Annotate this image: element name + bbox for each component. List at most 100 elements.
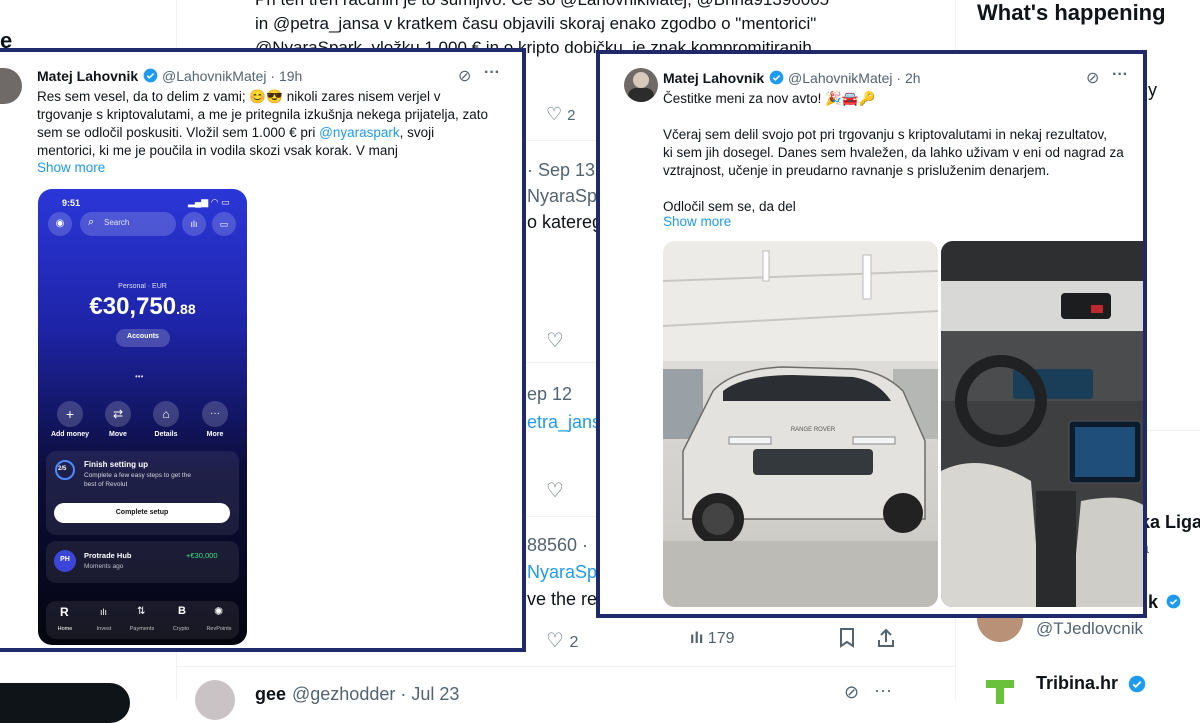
more-icon[interactable]: ··· — [874, 680, 892, 701]
balance: €30,750.88 — [38, 293, 247, 321]
phone-search-input[interactable]: ⌕ Search — [80, 212, 176, 236]
more-icon[interactable]: ··· — [484, 64, 500, 82]
avatar[interactable] — [195, 680, 235, 720]
accounts-label: Accounts — [127, 333, 159, 340]
nav-label-invest: Invest — [96, 626, 112, 632]
bg-like-count-bottom: 2 — [569, 634, 579, 651]
bg-partial-date-2: ep 12 — [527, 384, 573, 404]
bg-partial-handle-2[interactable]: etra_jans — [527, 412, 601, 433]
balance-cents: .88 — [176, 301, 196, 317]
status-icons: ▂▄▆ ◠ ▭ — [188, 197, 230, 207]
mention-link[interactable]: @nyaraspark — [319, 125, 400, 140]
hub-amount: +€30,000 — [186, 551, 218, 560]
heart-icon: ♡ — [546, 630, 564, 652]
left-tweet-card: Matej Lahovnik @LahovnikMatej · 19h ⊘ ··… — [0, 48, 526, 652]
author-name[interactable]: Matej Lahovnik — [663, 70, 764, 86]
search-placeholder: Search — [104, 218, 130, 227]
heart-icon: ♡ — [546, 104, 563, 124]
verified-icon — [1128, 675, 1146, 698]
revpoints-icon[interactable]: ✺ — [214, 605, 223, 618]
show-more-link[interactable]: Show more — [37, 160, 105, 175]
setup-card: 2/5 Finish setting up Complete a few eas… — [46, 451, 239, 535]
hub-name: Protrade Hub — [84, 551, 132, 560]
search-icon: ⌕ — [88, 216, 95, 228]
invest-icon[interactable]: ılı — [100, 607, 107, 617]
avatar[interactable] — [624, 68, 658, 102]
bg-partial-handle: NyaraSp — [527, 186, 598, 206]
feed-divider — [176, 666, 955, 667]
account-label: Personal · EUR — [118, 283, 167, 290]
phone-time: 9:51 — [62, 198, 81, 208]
setup-title: Finish setting up — [84, 460, 148, 469]
camera-icon[interactable]: ◉ — [48, 212, 72, 236]
action-label-details: Details — [154, 431, 178, 438]
card-icon[interactable]: ▭ — [212, 212, 236, 236]
more-icon[interactable]: ··· — [202, 401, 228, 427]
payments-icon[interactable]: ⇅ — [137, 606, 145, 617]
nav-label-home: Home — [57, 626, 73, 632]
home-icon[interactable]: R — [60, 605, 69, 619]
share-icon[interactable] — [876, 628, 896, 653]
bg-partial-word-3: ve the re — [527, 589, 598, 609]
post-button[interactable] — [0, 683, 130, 723]
sidebar-tribina-name[interactable]: Tribina.hr — [1036, 673, 1118, 694]
add-money-icon[interactable]: + — [57, 401, 83, 427]
bg-heart-icon-3[interactable]: ♡ — [546, 478, 564, 503]
bg-partial-handle-3[interactable]: NyaraSp — [527, 562, 597, 583]
verified-icon — [769, 70, 783, 85]
hub-avatar: PH — [54, 550, 76, 572]
car-exterior-photo[interactable]: RANGE ROVER — [663, 241, 938, 607]
tweet-text-line: vztrajnost, učenje in preudarno ravnanje… — [663, 163, 1050, 178]
bg-user-name[interactable]: gee — [255, 684, 286, 705]
bg-partial-date: · Sep 13 — [527, 160, 596, 180]
move-icon[interactable]: ⇄ — [105, 401, 131, 427]
right-tweet-card: Matej Lahovnik @LahovnikMatej · 2h ⊘ ···… — [596, 50, 1147, 618]
bg-like-button-bottom[interactable]: ♡ 2 — [546, 628, 578, 653]
author-handle[interactable]: @LahovnikMatej · 2h — [788, 70, 921, 86]
sidebar-partial-liga: ka Liga — [1140, 512, 1200, 532]
grok-icon[interactable]: ⊘ — [1086, 68, 1099, 88]
phone-nav-bar: R ılı ⇅ B ✺ Home Invest Payments Crypto … — [46, 601, 239, 639]
tweet-header: Matej Lahovnik @LahovnikMatej · 2h — [663, 70, 921, 88]
bg-views-button[interactable]: ılı 179 — [690, 630, 735, 648]
author-name[interactable]: Matej Lahovnik — [37, 68, 138, 84]
author-handle[interactable]: @LahovnikMatej · 19h — [162, 68, 302, 84]
analytics-icon[interactable]: ılı — [182, 212, 206, 236]
views-icon: ılı — [690, 630, 704, 647]
verified-icon — [143, 68, 157, 83]
bookmark-icon[interactable] — [838, 628, 856, 653]
accounts-button[interactable]: Accounts — [116, 329, 170, 347]
tweet-text-line: Res sem vesel, da to delim z vami; 😊😎 ni… — [37, 89, 441, 104]
tweet-text-line: Odločil sem se, da del — [663, 199, 796, 214]
nav-label-payments: Payments — [129, 626, 155, 632]
bg-partial-word: o kateregi — [527, 212, 607, 232]
complete-setup-button[interactable]: Complete setup — [54, 503, 230, 523]
transaction-row[interactable]: PH Protrade Hub Moments ago +€30,000 — [46, 541, 239, 583]
crypto-icon[interactable]: B — [178, 605, 186, 617]
tweet-text-line: Včeraj sem delil svojo pot pri trgovanju… — [663, 127, 1107, 142]
nav-label-crypto: Crypto — [172, 626, 190, 632]
phone-screenshot: 9:51 ▂▄▆ ◠ ▭ ◉ ⌕ Search ılı ▭ Personal ·… — [38, 189, 247, 645]
nav-label-revpoints: RevPoints — [206, 626, 232, 632]
avatar[interactable] — [0, 68, 22, 104]
details-icon[interactable]: ⌂ — [153, 401, 179, 427]
sidebar-partial-y: y — [1148, 80, 1157, 100]
bg-heart-icon-2[interactable]: ♡ — [546, 328, 564, 353]
bg-like-count: 2 — [567, 107, 576, 124]
tweet-text-line: Čestitke meni za nov avto! 🎉🚘🔑 — [663, 91, 876, 106]
balance-main: €30,750 — [89, 293, 177, 320]
grok-icon[interactable]: ⊘ — [458, 66, 471, 86]
show-more-link[interactable]: Show more — [663, 214, 731, 229]
tweet-text-line: trgovanje s kriptovalutami, a me je prit… — [37, 107, 488, 122]
setup-progress: 2/5 — [58, 466, 67, 472]
tweet-body: Res sem vesel, da to delim z vami; 😊😎 ni… — [37, 88, 517, 160]
tweet-body: Čestitke meni za nov avto! 🎉🚘🔑 Včeraj se… — [663, 90, 1133, 216]
sidebar-partial-k: k — [1148, 592, 1159, 612]
sidebar-follow-handle[interactable]: @TJedlovcnik — [1036, 619, 1143, 639]
tweet-header: Matej Lahovnik @LahovnikMatej · 19h — [37, 68, 302, 86]
setup-desc-2: best of Revolut — [84, 481, 128, 488]
car-interior-photo[interactable] — [941, 241, 1143, 607]
bg-tweet-line-1: Pri teh treh računih je to sumljivo. Ce … — [255, 0, 829, 10]
more-icon[interactable]: ··· — [1112, 66, 1128, 84]
bg-like-button[interactable]: ♡ 2 — [546, 104, 576, 125]
